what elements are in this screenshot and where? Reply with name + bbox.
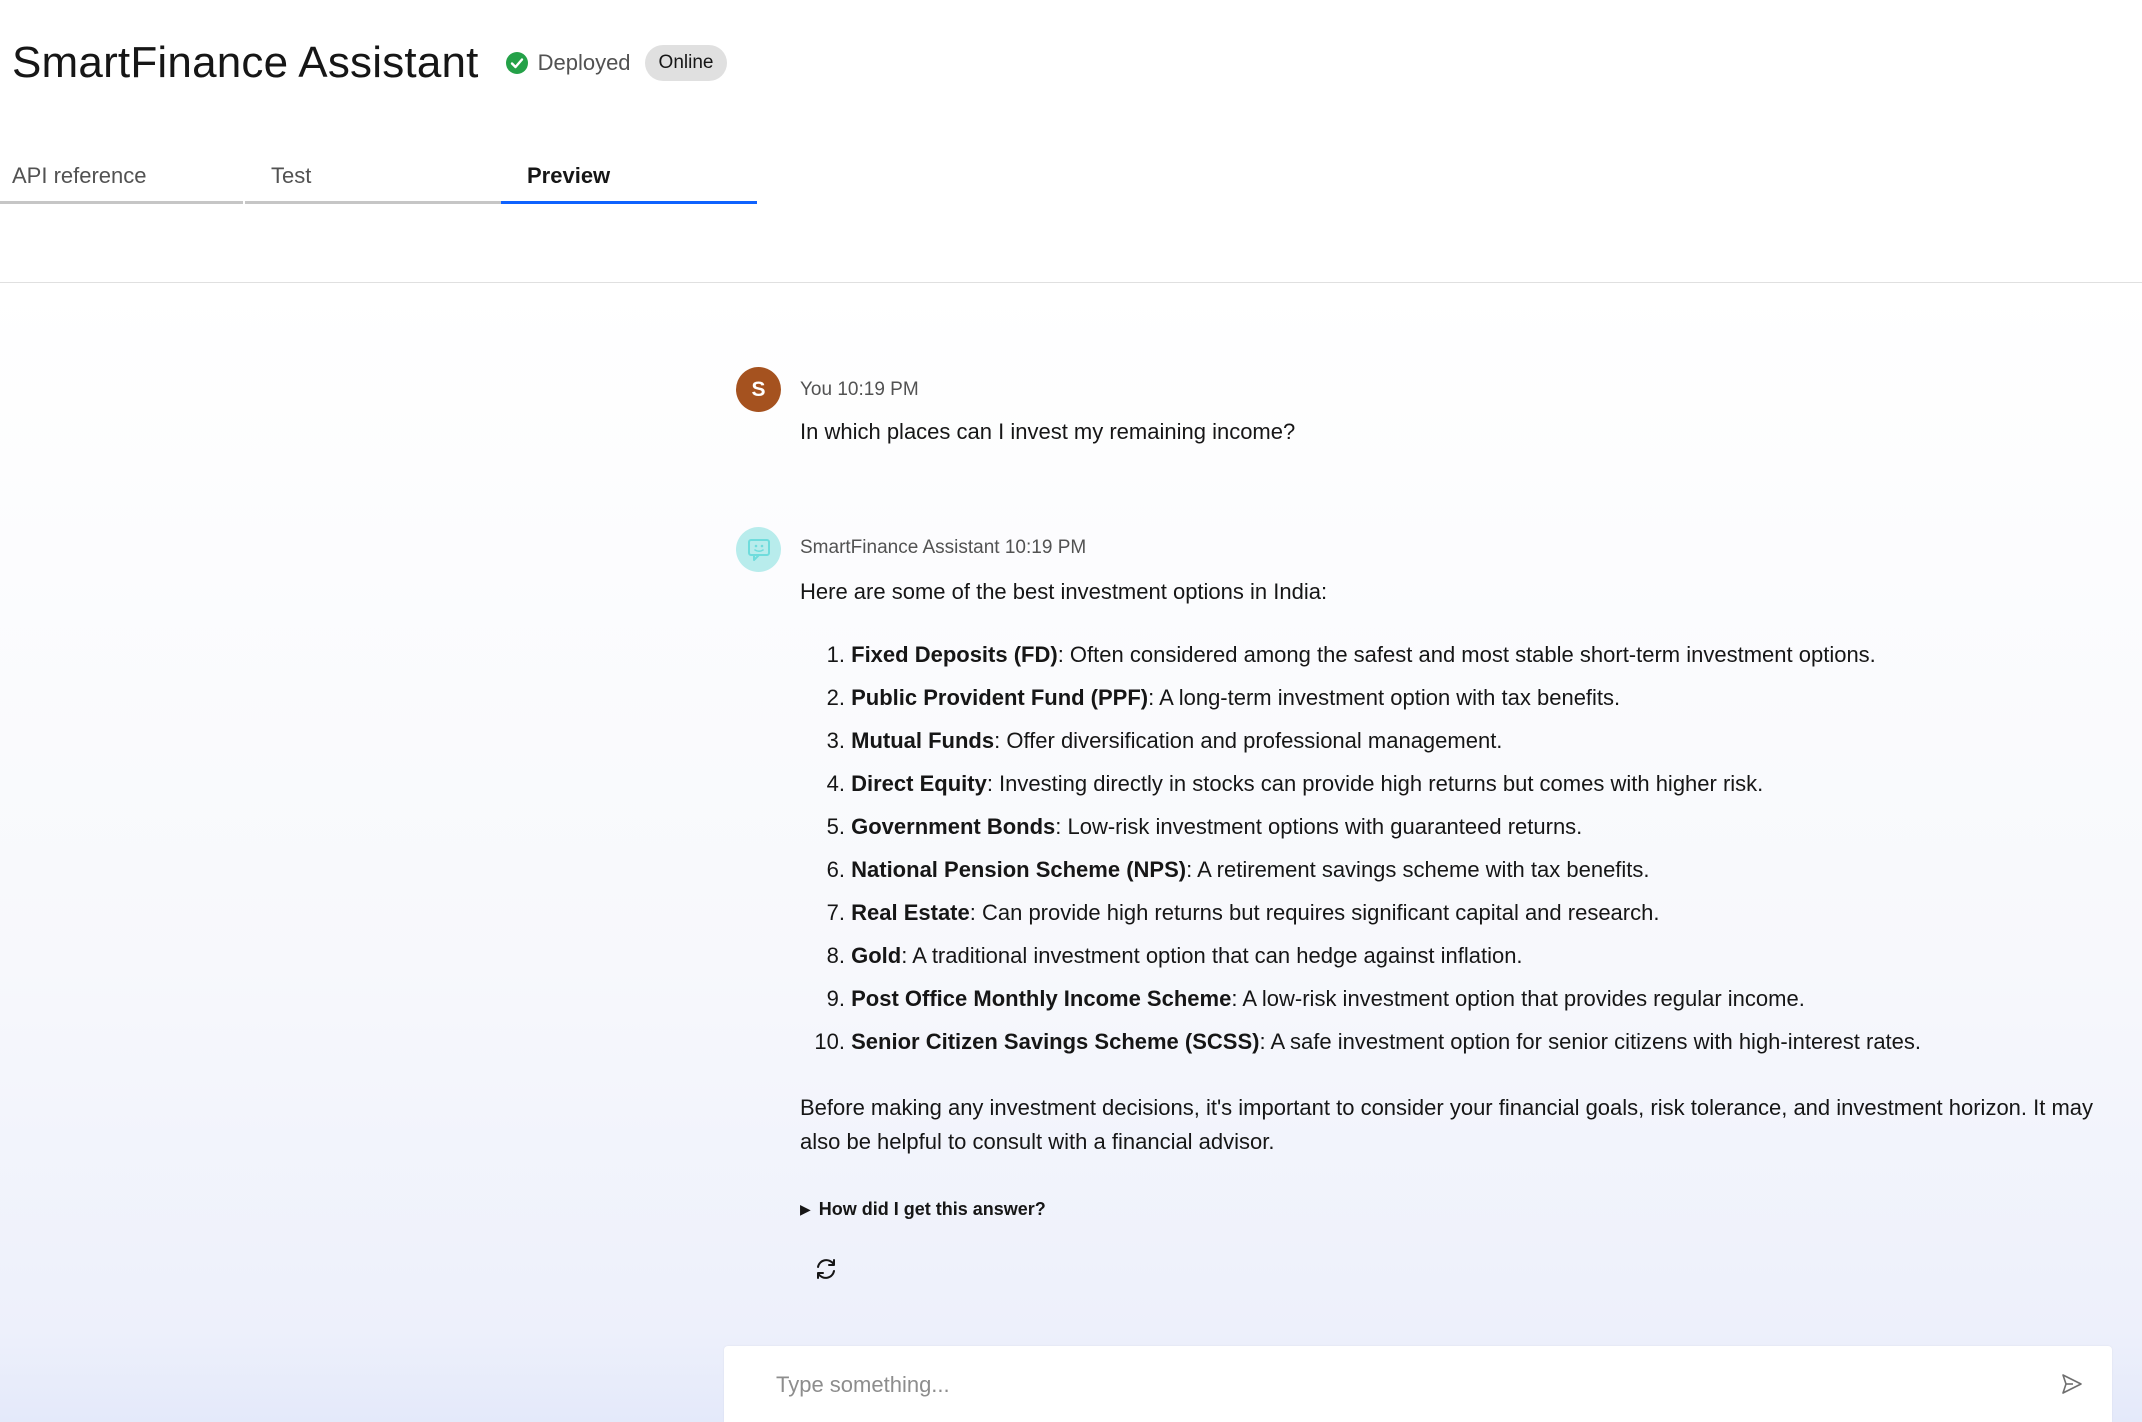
- list-item-description: : Can provide high returns but requires …: [969, 899, 1660, 925]
- tab-test[interactable]: Test: [245, 150, 501, 204]
- refresh-icon: [817, 1259, 835, 1279]
- list-item-title: Real Estate: [851, 899, 970, 925]
- page: SmartFinance Assistant Deployed Online A…: [0, 0, 2142, 1422]
- chat-input[interactable]: [774, 1346, 1978, 1422]
- deployment-status: Deployed: [505, 50, 631, 76]
- list-item-number: 3.: [826, 727, 845, 753]
- list-item-description: : Often considered among the safest and …: [1057, 641, 1876, 667]
- deployment-status-label: Deployed: [537, 50, 631, 75]
- user-avatar-initial: S: [751, 377, 766, 401]
- list-item-title: National Pension Scheme (NPS): [851, 856, 1187, 882]
- bot-message-meta: SmartFinance Assistant 10:19 PM: [800, 537, 1087, 558]
- list-item-title: Government Bonds: [851, 813, 1056, 839]
- list-item: 4. Direct Equity: Investing directly in …: [800, 762, 1921, 805]
- list-item-number: 6.: [826, 856, 845, 882]
- user-message-meta: You 10:19 PM: [800, 379, 919, 400]
- list-item: 1. Fixed Deposits (FD): Often considered…: [800, 633, 1921, 676]
- list-item-description: : Investing directly in stocks can provi…: [986, 770, 1764, 796]
- list-item: 7. Real Estate: Can provide high returns…: [800, 891, 1921, 934]
- list-item-description: : A retirement savings scheme with tax b…: [1186, 856, 1650, 882]
- list-item-description: : A traditional investment option that c…: [901, 942, 1523, 968]
- investment-options-list: 1. Fixed Deposits (FD): Often considered…: [800, 633, 1921, 1063]
- check-circle-icon: [505, 52, 528, 74]
- send-icon: [2062, 1374, 2082, 1394]
- list-item-number: 9.: [826, 985, 845, 1011]
- scrolled-content-edge: [740, 275, 1740, 289]
- header: SmartFinance Assistant Deployed Online A…: [0, 0, 2142, 283]
- list-item-description: : Low-risk investment options with guara…: [1055, 813, 1583, 839]
- list-item-title: Direct Equity: [851, 770, 987, 796]
- user-message-text: In which places can I invest my remainin…: [800, 419, 1296, 444]
- list-item-title: Public Provident Fund (PPF): [851, 684, 1149, 710]
- list-item-description: : Offer diversification and professional…: [994, 727, 1503, 753]
- list-item: 3. Mutual Funds: Offer diversification a…: [800, 719, 1921, 762]
- chat-bot-icon: [747, 538, 770, 561]
- list-item: 2. Public Provident Fund (PPF): A long-t…: [800, 676, 1921, 719]
- bot-avatar: [736, 527, 781, 572]
- list-item: 5. Government Bonds: Low-risk investment…: [800, 805, 1921, 848]
- list-item-number: 7.: [826, 899, 845, 925]
- list-item: 10. Senior Citizen Savings Scheme (SCSS)…: [800, 1020, 1921, 1063]
- list-item-number: 5.: [826, 813, 845, 839]
- list-item-description: : A low-risk investment option that prov…: [1231, 985, 1805, 1011]
- answer-explanation-toggle[interactable]: ▶ How did I get this answer?: [800, 1199, 1046, 1220]
- caret-right-icon: ▶: [800, 1201, 811, 1217]
- list-item-number: 1.: [826, 641, 845, 667]
- status-badge: Online: [644, 45, 728, 81]
- bot-message-intro: Here are some of the best investment opt…: [800, 579, 1328, 604]
- answer-explanation-label: How did I get this answer?: [818, 1199, 1046, 1219]
- page-title: SmartFinance Assistant: [12, 38, 479, 87]
- list-item-title: Post Office Monthly Income Scheme: [851, 985, 1232, 1011]
- list-item: 9. Post Office Monthly Income Scheme: A …: [800, 977, 1921, 1020]
- list-item-number: 10.: [814, 1028, 845, 1054]
- user-avatar: S: [736, 367, 781, 412]
- list-item-description: : A long-term investment option with tax…: [1148, 684, 1621, 710]
- tab-bar: API reference Test Preview: [0, 150, 757, 206]
- list-item: 6. National Pension Scheme (NPS): A reti…: [800, 848, 1921, 891]
- chat-area: S You 10:19 PM In which places can I inv…: [0, 283, 2142, 1422]
- bot-message-closing: Before making any investment decisions, …: [800, 1095, 2094, 1154]
- title-row: SmartFinance Assistant Deployed Online: [12, 30, 728, 96]
- chat-input-bar: [724, 1346, 2112, 1422]
- send-button[interactable]: [2056, 1368, 2088, 1400]
- list-item-description: : A safe investment option for senior ci…: [1259, 1028, 1922, 1054]
- tab-preview[interactable]: Preview: [501, 150, 757, 204]
- list-item-number: 8.: [826, 942, 845, 968]
- regenerate-button[interactable]: [808, 1251, 844, 1287]
- list-item: 8. Gold: A traditional investment option…: [800, 934, 1921, 977]
- list-item-title: Fixed Deposits (FD): [851, 641, 1058, 667]
- list-item-number: 2.: [826, 684, 845, 710]
- list-item-title: Mutual Funds: [851, 727, 995, 753]
- list-item-title: Gold: [851, 942, 902, 968]
- tab-api-reference[interactable]: API reference: [0, 150, 243, 204]
- list-item-title: Senior Citizen Savings Scheme (SCSS): [851, 1028, 1260, 1054]
- list-item-number: 4.: [826, 770, 845, 796]
